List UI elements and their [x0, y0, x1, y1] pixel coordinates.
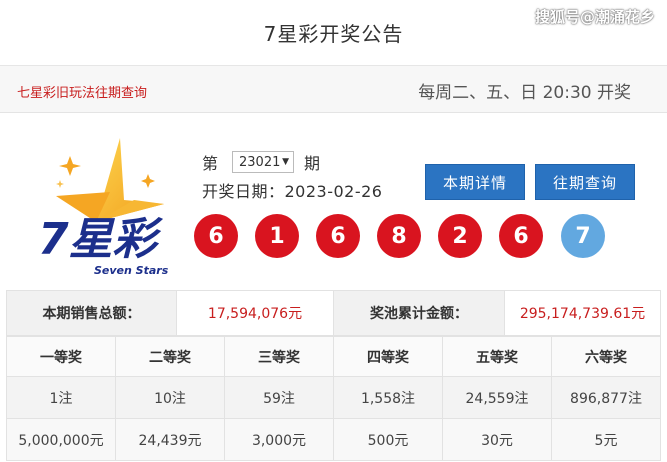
prize-level-header: 五等奖	[442, 336, 552, 377]
issue-row: 第 23021 ▼ 期	[202, 150, 320, 174]
prize-amount: 5,000,000元	[6, 418, 116, 461]
draw-panel: 7星彩 Seven Stars 第 23021 ▼ 期 开奖日期：2023-02…	[0, 114, 667, 290]
prize-amount: 30元	[442, 418, 552, 461]
jackpot-pool-label: 奖池累计金额：	[334, 291, 505, 335]
prize-level-header: 六等奖	[551, 336, 661, 377]
draw-schedule: 每周二、五、日 20:30 开奖	[418, 83, 631, 103]
prize-amount: 3,000元	[224, 418, 334, 461]
number-ball: 1	[255, 214, 299, 258]
logo-star-icon: 7星彩 Seven Stars	[38, 138, 169, 277]
sales-summary: 本期销售总额： 17,594,076元 奖池累计金额： 295,174,739.…	[6, 290, 661, 336]
number-ball: 6	[499, 214, 543, 258]
issue-number: 23021	[239, 154, 281, 170]
lottery-page: 7星彩开奖公告 搜狐号@潮涌花乡 七星彩旧玩法往期查询 每周二、五、日 20:3…	[0, 0, 667, 462]
history-query-button[interactable]: 往期查询	[535, 164, 635, 200]
winner-count: 1注	[6, 376, 116, 419]
info-bar: 七星彩旧玩法往期查询 每周二、五、日 20:30 开奖	[0, 66, 667, 113]
svg-text:7星彩: 7星彩	[38, 214, 164, 265]
number-ball: 8	[377, 214, 421, 258]
old-rules-history-link[interactable]: 七星彩旧玩法往期查询	[17, 82, 147, 101]
svg-text:Seven Stars: Seven Stars	[94, 264, 169, 277]
prize-header-row: 一等奖 二等奖 三等奖 四等奖 五等奖 六等奖	[6, 336, 661, 377]
dropdown-arrow-icon: ▼	[282, 157, 290, 167]
winner-count-row: 1注 10注 59注 1,558注 24,559注 896,877注	[6, 376, 661, 419]
issue-suffix: 期	[304, 154, 321, 173]
total-sales-label: 本期销售总额：	[7, 291, 177, 335]
number-ball: 2	[438, 214, 482, 258]
issue-select[interactable]: 23021 ▼	[232, 151, 295, 173]
draw-date: 开奖日期：2023-02-26	[202, 182, 383, 201]
total-sales-value: 17,594,076元	[177, 291, 334, 335]
prize-level-header: 三等奖	[224, 336, 334, 377]
seven-stars-logo: 7星彩 Seven Stars	[36, 134, 186, 284]
number-ball: 6	[194, 214, 238, 258]
jackpot-pool-value: 295,174,739.61元	[505, 291, 660, 335]
issue-prefix: 第	[202, 154, 219, 173]
current-details-button[interactable]: 本期详情	[425, 164, 525, 200]
winner-count: 59注	[224, 376, 334, 419]
prize-level-header: 四等奖	[333, 336, 443, 377]
winner-count: 10注	[115, 376, 225, 419]
prize-amount: 5元	[551, 418, 661, 461]
winner-count: 896,877注	[551, 376, 661, 419]
prize-level-header: 二等奖	[115, 336, 225, 377]
prize-amount: 24,439元	[115, 418, 225, 461]
prize-level-header: 一等奖	[6, 336, 116, 377]
special-number-ball: 7	[561, 214, 605, 258]
winner-count: 1,558注	[333, 376, 443, 419]
number-ball: 6	[316, 214, 360, 258]
winner-count: 24,559注	[442, 376, 552, 419]
watermark: 搜狐号@潮涌花乡	[534, 8, 655, 26]
prize-amount-row: 5,000,000元 24,439元 3,000元 500元 30元 5元	[6, 418, 661, 461]
page-header: 7星彩开奖公告 搜狐号@潮涌花乡	[0, 0, 667, 66]
prize-amount: 500元	[333, 418, 443, 461]
prize-table: 一等奖 二等奖 三等奖 四等奖 五等奖 六等奖 1注 10注 59注 1,558…	[6, 336, 661, 461]
